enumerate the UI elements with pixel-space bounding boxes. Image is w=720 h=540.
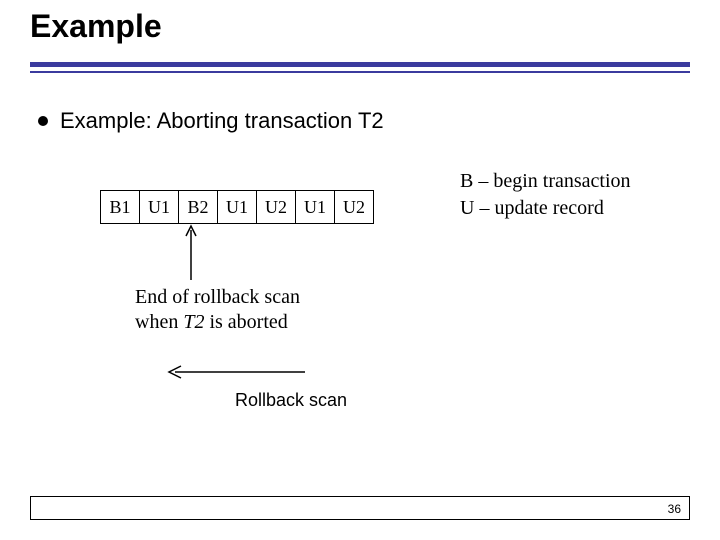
- page-title: Example: [30, 8, 162, 45]
- arrow-left-icon: [165, 365, 305, 379]
- caption-text: End of rollback scan: [135, 286, 300, 308]
- bullet-text: Example: Aborting transaction T2: [60, 108, 384, 134]
- log-cell: U2: [335, 191, 374, 224]
- slide: Example Example: Aborting transaction T2…: [0, 0, 720, 540]
- caption-line: when T2 is aborted: [135, 310, 300, 335]
- arrow-up-icon: [185, 222, 197, 280]
- caption-line: End of rollback scan: [135, 285, 300, 310]
- log-record-table: B1 U1 B2 U1 U2 U1 U2: [100, 190, 374, 224]
- log-cell: U1: [218, 191, 257, 224]
- bullet-icon: [38, 116, 48, 126]
- title-divider-thick: [30, 62, 690, 67]
- title-divider-thin: [30, 71, 690, 73]
- legend-line: B – begin transaction: [460, 168, 631, 195]
- log-cell: B2: [179, 191, 218, 224]
- rollback-end-caption: End of rollback scan when T2 is aborted: [135, 285, 300, 335]
- log-cell: U1: [296, 191, 335, 224]
- footer-box: 36: [30, 496, 690, 520]
- legend-line: U – update record: [460, 195, 631, 222]
- rollback-scan-label: Rollback scan: [235, 390, 347, 411]
- caption-emph: T2: [183, 311, 204, 333]
- legend: B – begin transaction U – update record: [460, 168, 631, 222]
- caption-text: is aborted: [204, 311, 287, 333]
- caption-text: when: [135, 311, 183, 333]
- bullet-item: Example: Aborting transaction T2: [38, 108, 384, 134]
- log-cell: U1: [140, 191, 179, 224]
- log-cell: U2: [257, 191, 296, 224]
- table-row: B1 U1 B2 U1 U2 U1 U2: [101, 191, 374, 224]
- log-cell: B1: [101, 191, 140, 224]
- page-number: 36: [668, 502, 681, 516]
